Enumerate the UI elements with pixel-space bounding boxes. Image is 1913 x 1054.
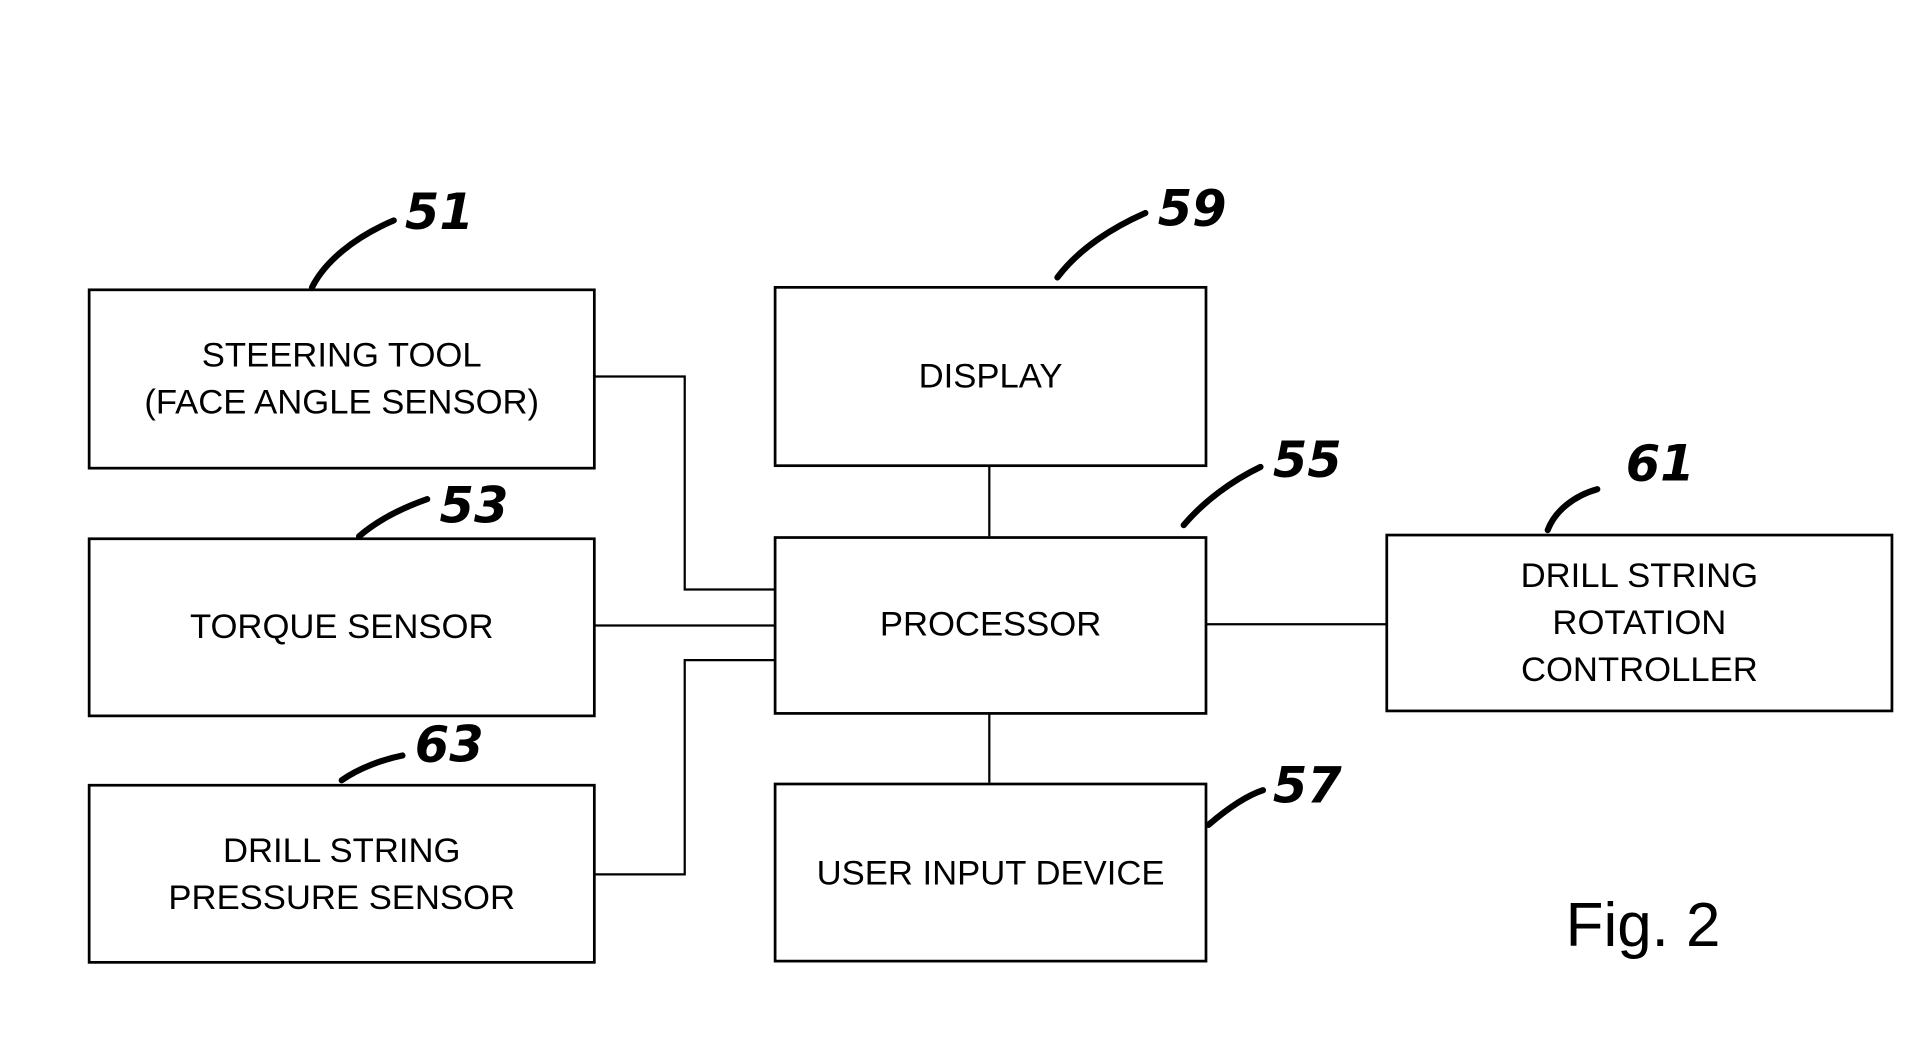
block-label-line: USER INPUT DEVICE [817, 854, 1165, 892]
figure-label: Fig. 2 [1566, 891, 1721, 960]
reference-numeral: 61 [1626, 435, 1695, 493]
block-processor: PROCESSOR 55 [773, 431, 1342, 715]
block-label-line: DRILL STRING [223, 832, 460, 870]
connector-pressure-processor [594, 659, 776, 876]
block-diagram: STEERING TOOL (FACE ANGLE SENSOR) 51 TOR… [87, 179, 1894, 964]
block-label-line: TORQUE SENSOR [190, 608, 494, 646]
reference-leader [338, 752, 406, 784]
connector-steering-processor [594, 375, 776, 591]
block-rotation-controller: DRILL STRING ROTATION CONTROLLER 61 [1385, 435, 1894, 713]
reference-leader [1180, 463, 1264, 529]
reference-numeral: 63 [415, 716, 484, 774]
reference-leader [1205, 787, 1267, 828]
block-pressure-sensor: DRILL STRING PRESSURE SENSOR 63 [87, 716, 596, 964]
reference-numeral: 57 [1273, 757, 1342, 815]
reference-numeral: 55 [1273, 431, 1342, 489]
reference-leader [308, 217, 397, 291]
block-label-line: CONTROLLER [1521, 651, 1758, 689]
block-label-line: STEERING TOOL [202, 337, 482, 375]
block-label-line: ROTATION [1552, 604, 1726, 642]
block-steering-tool: STEERING TOOL (FACE ANGLE SENSOR) 51 [87, 183, 596, 470]
block-label-line: (FACE ANGLE SENSOR) [144, 384, 539, 422]
reference-leader [1544, 486, 1601, 534]
block-label-line: DRILL STRING [1521, 557, 1758, 595]
reference-numeral: 51 [405, 183, 474, 241]
reference-numeral: 59 [1158, 179, 1227, 237]
reference-leader [1054, 209, 1149, 281]
block-torque-sensor: TORQUE SENSOR 53 [87, 477, 596, 718]
block-label-line: PROCESSOR [880, 605, 1101, 643]
block-label-line: PRESSURE SENSOR [168, 879, 515, 917]
block-label-line: DISPLAY [919, 358, 1063, 396]
block-user-input-device: USER INPUT DEVICE 57 [773, 757, 1342, 963]
block-display: DISPLAY 59 [773, 179, 1227, 468]
reference-leader [355, 496, 431, 540]
reference-numeral: 53 [440, 477, 509, 535]
